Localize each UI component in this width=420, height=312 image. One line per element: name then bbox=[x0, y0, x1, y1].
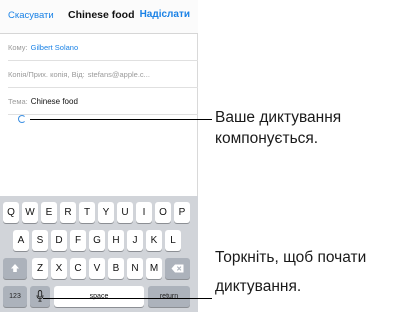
shift-arrow-icon bbox=[11, 264, 19, 272]
from-address: stefans@apple.c... bbox=[87, 70, 150, 79]
subject-label: Тема: bbox=[8, 97, 28, 106]
key-i[interactable]: I bbox=[136, 202, 152, 223]
key-g[interactable]: G bbox=[89, 230, 105, 251]
key-x[interactable]: X bbox=[51, 258, 67, 279]
shift-key[interactable] bbox=[3, 258, 27, 279]
key-p[interactable]: P bbox=[174, 202, 190, 223]
cc-bcc-from-field[interactable]: Копія/Прих. копія, Від: stefans@apple.c..… bbox=[8, 61, 198, 88]
key-f[interactable]: F bbox=[70, 230, 86, 251]
delete-key[interactable] bbox=[165, 258, 190, 279]
key-s[interactable]: S bbox=[32, 230, 48, 251]
backspace-icon bbox=[171, 264, 184, 273]
keyboard: Q W E R T Y U I O P A S D F G H J K L Z … bbox=[0, 196, 198, 312]
tap-callout-line1: Торкніть, щоб почати bbox=[215, 249, 367, 266]
dictation-callout-line2: компонується. bbox=[215, 130, 319, 147]
cancel-button[interactable]: Скасувати bbox=[8, 10, 54, 21]
key-h[interactable]: H bbox=[108, 230, 124, 251]
key-j[interactable]: J bbox=[127, 230, 143, 251]
dictation-callout-line1: Ваше диктування bbox=[215, 109, 342, 126]
tap-callout-line2: диктування. bbox=[215, 278, 302, 295]
space-key[interactable]: space bbox=[54, 286, 144, 307]
message-title: Chinese food bbox=[68, 9, 135, 21]
send-button[interactable]: Надіслати bbox=[140, 9, 190, 20]
subject-value[interactable]: Chinese food bbox=[31, 97, 78, 106]
tap-callout: Торкніть, щоб почати диктування. bbox=[215, 247, 366, 297]
key-v[interactable]: V bbox=[89, 258, 105, 279]
key-c[interactable]: C bbox=[70, 258, 86, 279]
key-e[interactable]: E bbox=[41, 202, 57, 223]
key-a[interactable]: A bbox=[13, 230, 29, 251]
key-b[interactable]: B bbox=[108, 258, 124, 279]
numbers-key[interactable]: 123 bbox=[3, 286, 27, 307]
key-o[interactable]: O bbox=[155, 202, 171, 223]
return-key[interactable]: return bbox=[148, 286, 190, 307]
key-t[interactable]: T bbox=[79, 202, 95, 223]
dictation-callout: Ваше диктування компонується. bbox=[215, 107, 341, 149]
to-label: Кому: bbox=[8, 43, 28, 52]
key-k[interactable]: K bbox=[146, 230, 162, 251]
key-l[interactable]: L bbox=[165, 230, 181, 251]
key-d[interactable]: D bbox=[51, 230, 67, 251]
subject-field[interactable]: Тема: Chinese food bbox=[8, 88, 198, 115]
key-n[interactable]: N bbox=[127, 258, 143, 279]
key-m[interactable]: M bbox=[146, 258, 162, 279]
to-recipient[interactable]: Gilbert Solano bbox=[31, 43, 79, 52]
mail-compose-screen: Скасувати Chinese food Надіслати Кому: Gi… bbox=[0, 0, 198, 312]
key-u[interactable]: U bbox=[117, 202, 133, 223]
navigation-bar: Скасувати Chinese food Надіслати bbox=[0, 0, 198, 34]
dictation-progress-icon bbox=[18, 115, 26, 123]
key-z[interactable]: Z bbox=[32, 258, 48, 279]
to-field[interactable]: Кому: Gilbert Solano bbox=[8, 34, 198, 61]
tap-callout-line bbox=[43, 298, 212, 299]
key-w[interactable]: W bbox=[22, 202, 38, 223]
dictation-callout-line bbox=[30, 119, 212, 120]
cc-label: Копія/Прих. копія, Від: bbox=[8, 70, 85, 79]
key-r[interactable]: R bbox=[60, 202, 76, 223]
key-q[interactable]: Q bbox=[3, 202, 19, 223]
dictation-key[interactable] bbox=[30, 286, 50, 307]
key-y[interactable]: Y bbox=[98, 202, 114, 223]
microphone-icon bbox=[36, 290, 44, 302]
